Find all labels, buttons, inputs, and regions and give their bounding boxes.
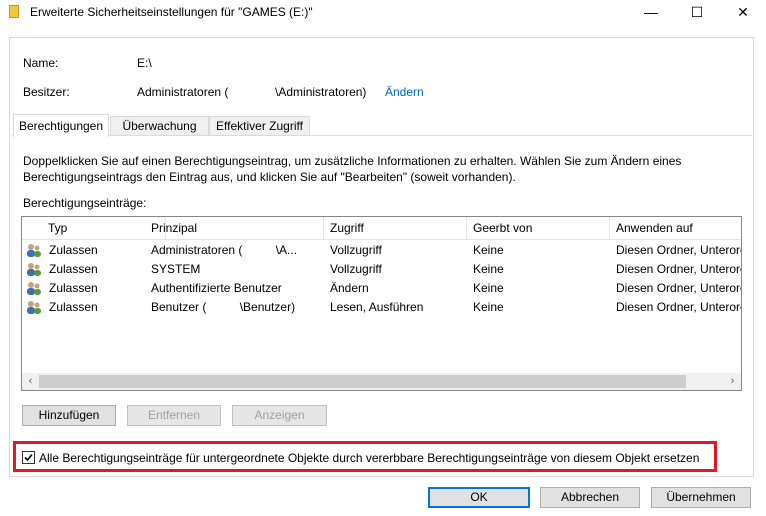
description-text-line2: Berechtigungseintrags den Eintrag aus, u… — [23, 170, 516, 184]
replace-checkbox-label[interactable]: Alle Berechtigungseinträge für untergeor… — [39, 451, 699, 465]
folder-icon — [9, 5, 19, 18]
users-icon — [27, 301, 41, 314]
owner-value: Administratoren ( \Administratoren) — [137, 85, 367, 99]
entries-label: Berechtigungseinträge: — [23, 196, 147, 210]
users-icon — [27, 244, 41, 257]
remove-button[interactable]: Entfernen — [127, 405, 221, 426]
column-header-prinzipal[interactable]: Prinzipal — [145, 217, 324, 239]
scrollbar-thumb[interactable] — [39, 375, 686, 388]
owner-change-link[interactable]: Ändern — [385, 85, 424, 99]
cell-prinzipal: Benutzer ( \Benutzer) — [151, 300, 296, 314]
cell-typ: Zulassen — [49, 281, 98, 295]
cell-anwenden-auf: Diesen Ordner, Unterordner und Dateien — [616, 300, 741, 314]
owner-label: Besitzer: — [23, 85, 70, 99]
apply-button[interactable]: Übernehmen — [651, 487, 751, 508]
cell-typ: Zulassen — [49, 243, 98, 257]
users-icon — [27, 263, 41, 276]
minimize-button[interactable]: — — [628, 0, 674, 24]
tab-ueberwachung[interactable]: Überwachung — [110, 116, 209, 135]
scroll-left-icon[interactable]: ‹ — [22, 373, 39, 390]
cell-geerbt-von: Keine — [473, 300, 504, 314]
cell-zugriff: Ändern — [330, 281, 369, 295]
table-row[interactable]: Zulassen Administratoren ( \A... Vollzug… — [22, 241, 741, 260]
window-title: Erweiterte Sicherheitseinstellungen für … — [30, 5, 313, 19]
add-button[interactable]: Hinzufügen — [22, 405, 116, 426]
view-button[interactable]: Anzeigen — [232, 405, 327, 426]
tab-strip-line — [12, 135, 752, 136]
list-header: Typ Prinzipal Zugriff Geerbt von Anwende… — [22, 217, 741, 240]
table-row[interactable]: Zulassen Benutzer ( \Benutzer) Lesen, Au… — [22, 298, 741, 317]
tab-effektiver-zugriff[interactable]: Effektiver Zugriff — [209, 116, 310, 135]
cell-zugriff: Vollzugriff — [330, 243, 382, 257]
ok-button[interactable]: OK — [428, 487, 530, 508]
checkmark-icon — [24, 453, 33, 462]
horizontal-scrollbar[interactable]: ‹ › — [22, 373, 741, 390]
column-header-anwenden-auf[interactable]: Anwenden auf — [610, 217, 741, 239]
cell-geerbt-von: Keine — [473, 262, 504, 276]
permission-entries-list[interactable]: Typ Prinzipal Zugriff Geerbt von Anwende… — [21, 216, 742, 391]
cell-typ: Zulassen — [49, 262, 98, 276]
scroll-right-icon[interactable]: › — [724, 373, 741, 390]
cell-geerbt-von: Keine — [473, 281, 504, 295]
cell-prinzipal: SYSTEM — [151, 262, 201, 276]
column-header-geerbt-von[interactable]: Geerbt von — [467, 217, 610, 239]
cell-prinzipal: Authentifizierte Benutzer — [151, 281, 282, 295]
cell-zugriff: Vollzugriff — [330, 262, 382, 276]
table-row[interactable]: Zulassen SYSTEM Vollzugriff Keine Diesen… — [22, 260, 741, 279]
cell-geerbt-von: Keine — [473, 243, 504, 257]
replace-checkbox[interactable] — [22, 451, 35, 464]
table-row[interactable]: Zulassen Authentifizierte Benutzer Änder… — [22, 279, 741, 298]
cancel-button[interactable]: Abbrechen — [540, 487, 640, 508]
cell-anwenden-auf: Diesen Ordner, Unterordner und Dateien — [616, 281, 741, 295]
title-bar: Erweiterte Sicherheitseinstellungen für … — [0, 0, 766, 24]
close-button[interactable]: ✕ — [720, 0, 766, 24]
name-value: E:\ — [137, 56, 152, 70]
cell-typ: Zulassen — [49, 300, 98, 314]
cell-anwenden-auf: Diesen Ordner, Unterordner und Dateien — [616, 262, 741, 276]
name-label: Name: — [23, 56, 59, 70]
cell-prinzipal: Administratoren ( \A... — [151, 243, 298, 257]
description-text-line1: Doppelklicken Sie auf einen Berechtigung… — [23, 154, 682, 168]
column-header-zugriff[interactable]: Zugriff — [324, 217, 467, 239]
users-icon — [27, 282, 41, 295]
cell-anwenden-auf: Diesen Ordner, Unterordner und Dateien — [616, 243, 741, 257]
cell-zugriff: Lesen, Ausführen — [330, 300, 424, 314]
tab-berechtigungen[interactable]: Berechtigungen — [13, 114, 109, 137]
maximize-button[interactable]: ☐ — [674, 0, 720, 24]
